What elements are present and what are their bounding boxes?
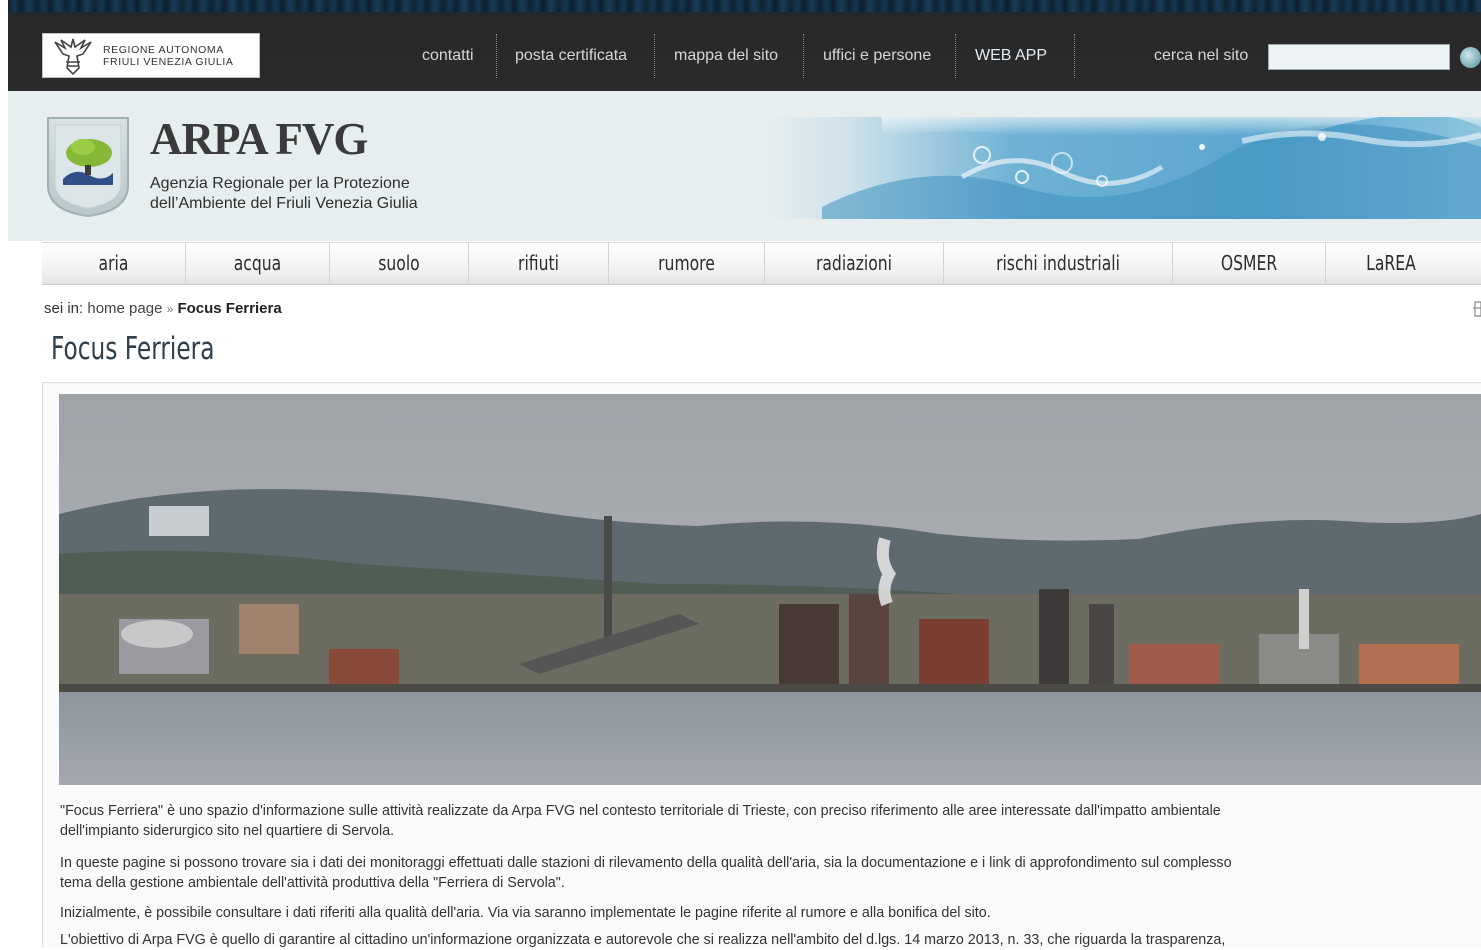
divider [1172, 243, 1173, 283]
page-title: Focus Ferriera [51, 331, 215, 367]
air-quality-paragraph: Inizialmente, è possibile consultare i d… [60, 905, 991, 921]
search-label: cerca nel sito [1154, 47, 1249, 64]
divider [764, 243, 765, 283]
divider [185, 243, 186, 283]
breadcrumb-separator: » [166, 302, 174, 316]
monitoring-paragraph-line2: tema della gestione ambientale dell'atti… [60, 875, 565, 891]
arpa-emblem-icon[interactable] [45, 115, 131, 219]
nav-osmer[interactable]: OSMER [1190, 243, 1309, 284]
link-posta-certificata[interactable]: posta certificata [515, 33, 627, 79]
monitoring-paragraph-line1: In queste pagine si possono trovare sia … [60, 855, 1232, 871]
link-mappa-del-sito[interactable]: mappa del sito [674, 33, 778, 79]
main-nav: aria acqua suolo rifiuti rumore radiazio… [42, 242, 1481, 285]
nav-aria[interactable]: aria [58, 243, 170, 284]
divider [329, 243, 330, 283]
search-input[interactable] [1268, 44, 1450, 70]
ferriera-panorama-image [59, 394, 1481, 785]
divider [803, 34, 804, 78]
brand-subtitle-line1: Agenzia Regionale per la Protezione [150, 175, 410, 192]
breadcrumb-current: Focus Ferriera [177, 300, 282, 317]
breadcrumb-home-link[interactable]: home page [87, 300, 162, 317]
intro-paragraph-line2: dell'impianto siderurgico sito nel quart… [60, 823, 395, 839]
nav-radiazioni[interactable]: radiazioni [785, 243, 924, 284]
breadcrumb-prefix: sei in: [44, 300, 84, 317]
nav-rumore[interactable]: rumore [626, 243, 747, 284]
nav-rischi-industriali[interactable]: rischi industriali [969, 243, 1147, 284]
nav-larea[interactable]: LaREA [1340, 243, 1441, 284]
divider [943, 243, 944, 283]
nav-suolo[interactable]: suolo [345, 243, 453, 284]
nav-rifiuti[interactable]: rifiuti [484, 243, 592, 284]
nav-acqua[interactable]: acqua [202, 243, 314, 284]
brand-subtitle: Agenzia Regionale per la Protezione dell… [150, 174, 418, 214]
water-banner-image [762, 117, 1481, 219]
brand-title: ARPA FVG [150, 114, 368, 164]
divider [468, 243, 469, 283]
objective-paragraph: L'obiettivo di Arpa FVG è quello di gara… [60, 932, 1226, 948]
divider [1074, 34, 1075, 78]
divider [608, 243, 609, 283]
breadcrumb: sei in: home page » Focus Ferriera [44, 300, 282, 317]
link-contatti[interactable]: contatti [422, 33, 474, 79]
divider [654, 34, 655, 78]
print-icon[interactable] [1472, 300, 1481, 318]
divider [496, 34, 497, 78]
intro-paragraph-line1: "Focus Ferriera" è uno spazio d'informaz… [60, 803, 1221, 819]
divider [955, 34, 956, 78]
link-uffici-e-persone[interactable]: uffici e persone [823, 33, 931, 79]
brand-subtitle-line2: dell’Ambiente del Friuli Venezia Giulia [150, 195, 418, 212]
utility-nav: contatti posta certificata mappa del sit… [0, 33, 1481, 79]
link-web-app[interactable]: WEB APP [975, 33, 1047, 79]
divider [1325, 243, 1326, 283]
search-go-icon[interactable] [1460, 47, 1481, 68]
